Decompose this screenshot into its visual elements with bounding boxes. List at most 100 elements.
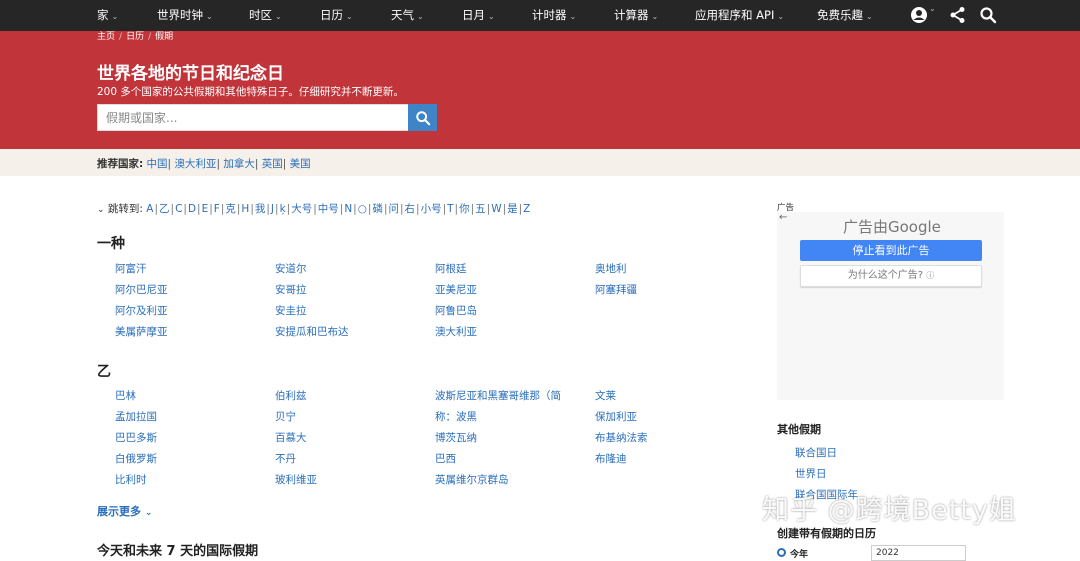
this-year-radio[interactable] [777,548,786,557]
country-link[interactable]: 比利时 [115,472,147,487]
country-link[interactable]: 澳大利亚 [435,324,477,339]
country-link[interactable]: 阿塞拜疆 [595,282,637,297]
jump-letter-link[interactable]: 中号 [318,203,339,215]
chevron-down-icon: ⌄ [346,12,353,21]
jump-letter-link[interactable]: 我 [255,203,266,215]
recommended-country-link[interactable]: 英国 [262,158,283,170]
nav-item-timers[interactable]: 计时器 ⌄ [532,0,576,31]
country-link[interactable]: 阿尔及利亚 [115,303,168,318]
jump-letter-link[interactable]: J [271,203,274,215]
country-link[interactable]: 贝宁 [275,409,296,424]
country-link[interactable]: 巴巴多斯 [115,430,157,445]
country-link[interactable]: 孟加拉国 [115,409,157,424]
nav-item-time-zones[interactable]: 时区 ⌄ [249,0,282,31]
nav-item-apps-api[interactable]: 应用程序和 API ⌄ [695,0,784,31]
why-ad-button[interactable]: 为什么这个广告? ⓘ [800,265,982,287]
recommended-country-link[interactable]: 中国 [147,158,168,170]
jump-letter-link[interactable]: F [214,203,220,215]
nav-item-sun-moon[interactable]: 日月 ⌄ [462,0,495,31]
country-link[interactable]: 文莱 [595,388,616,403]
recommended-label: 推荐国家: [97,158,144,170]
jump-letter-link[interactable]: N [344,203,352,215]
jump-letter-link[interactable]: Z [523,203,530,215]
country-link[interactable]: 奥地利 [595,261,627,276]
back-arrow-icon[interactable]: ← [779,212,787,223]
jump-letter-link[interactable]: 克 [225,203,236,215]
jump-letter-link[interactable]: 是 [507,203,518,215]
jump-letter-link[interactable]: 乙 [159,203,170,215]
country-link[interactable]: 百慕大 [275,430,307,445]
nav-item-world-clock[interactable]: 世界时钟 ⌄ [157,0,213,31]
breadcrumb-calendar[interactable]: 日历 [126,32,144,42]
country-link[interactable]: 阿富汗 [115,261,147,276]
jump-letter-link[interactable]: 你 [459,203,470,215]
show-more-link[interactable]: 展示更多 ⌄ [97,503,152,519]
nav-item-free-fun[interactable]: 免费乐趣 ⌄ [817,0,873,31]
country-link[interactable]: 安提瓜和巴布达 [275,324,349,339]
country-link[interactable]: 巴林 [115,388,136,403]
country-link[interactable]: 波斯尼亚和黑塞哥维那（简 [435,388,561,403]
recommended-country-link[interactable]: 加拿大 [223,158,255,170]
country-link[interactable]: 阿鲁巴岛 [435,303,477,318]
country-link[interactable]: 英属维尔京群岛 [435,472,509,487]
account-menu[interactable]: ⌄ [910,4,938,26]
recommended-country-link[interactable]: 澳大利亚 [174,158,216,170]
country-link[interactable]: 伯利兹 [275,388,307,403]
share-button[interactable] [949,6,969,26]
jump-letter-link[interactable]: 小号 [421,203,442,215]
today-holidays-heading: 今天和未来 7 天的国际假期 [97,544,259,559]
share-icon [950,7,965,23]
jump-letter-link[interactable]: 右 [405,203,416,215]
country-link[interactable]: 博茨瓦纳 [435,430,477,445]
country-link[interactable]: 保加利亚 [595,409,637,424]
jump-letter-link[interactable]: T [447,203,453,215]
country-link[interactable]: 美属萨摩亚 [115,324,168,339]
holiday-search-input[interactable] [97,104,408,131]
jump-letter-link[interactable]: H [241,203,249,215]
country-link[interactable]: 不丹 [275,451,296,466]
country-link[interactable]: 安圭拉 [275,303,307,318]
jump-letter-link[interactable]: D [188,203,196,215]
nav-item-home[interactable]: 家 ⌄ [97,0,118,31]
jump-letter-link[interactable]: W [491,203,501,215]
jump-letter-link[interactable]: ○ [358,203,367,215]
country-link[interactable]: 安哥拉 [275,282,307,297]
country-link[interactable]: 称：波黑 [435,409,477,424]
jump-letter-link[interactable]: C [175,203,182,215]
section-heading-b: 乙 [97,364,111,380]
other-holiday-link[interactable]: 联合国日 [795,445,837,460]
jump-letter-link[interactable]: E [202,203,209,215]
country-link[interactable]: 布隆迪 [595,451,627,466]
country-link[interactable]: 布基纳法索 [595,430,648,445]
country-link[interactable]: 安道尔 [275,261,307,276]
other-holidays-heading: 其他假期 [777,423,821,436]
holiday-search-button[interactable] [408,104,437,131]
chevron-down-icon: ⌄ [488,12,495,21]
breadcrumb-home[interactable]: 主页 [97,32,115,42]
jump-letter-link[interactable]: ķ [280,203,286,215]
chevron-down-icon: ⌄ [651,12,659,21]
jump-to-bar: ⌄ 跳转到: A|乙|C|D|E|F|克|H|我|J|ķ|大号|中号|N|○|磷… [97,201,530,216]
jump-letter-link[interactable]: 问 [388,203,399,215]
country-link[interactable]: 巴西 [435,451,456,466]
country-link[interactable]: 阿尔巴尼亚 [115,282,168,297]
other-holiday-link[interactable]: 世界日 [795,466,827,481]
stop-ad-button[interactable]: 停止看到此广告 [800,240,982,261]
jump-letter-link[interactable]: A [146,203,153,215]
chevron-down-icon: ⌄ [275,12,282,21]
jump-letter-link[interactable]: 大号 [291,203,312,215]
zhihu-watermark: 知乎 @跨境Betty姐 [762,495,1017,526]
year-input[interactable]: 2022 [871,545,966,561]
recommended-country-link[interactable]: 美国 [290,158,311,170]
country-link[interactable]: 阿根廷 [435,261,467,276]
country-link[interactable]: 亚美尼亚 [435,282,477,297]
jump-letter-link[interactable]: 五 [475,203,486,215]
country-link[interactable]: 白俄罗斯 [115,451,157,466]
nav-item-calculators[interactable]: 计算器 ⌄ [614,0,658,31]
nav-item-weather[interactable]: 天气 ⌄ [391,0,424,31]
jump-letter-link[interactable]: 磷 [372,203,383,215]
country-link[interactable]: 玻利维亚 [275,472,317,487]
this-year-label: 今年 [790,550,809,560]
nav-item-calendar[interactable]: 日历 ⌄ [320,0,353,31]
search-button[interactable] [979,6,999,26]
